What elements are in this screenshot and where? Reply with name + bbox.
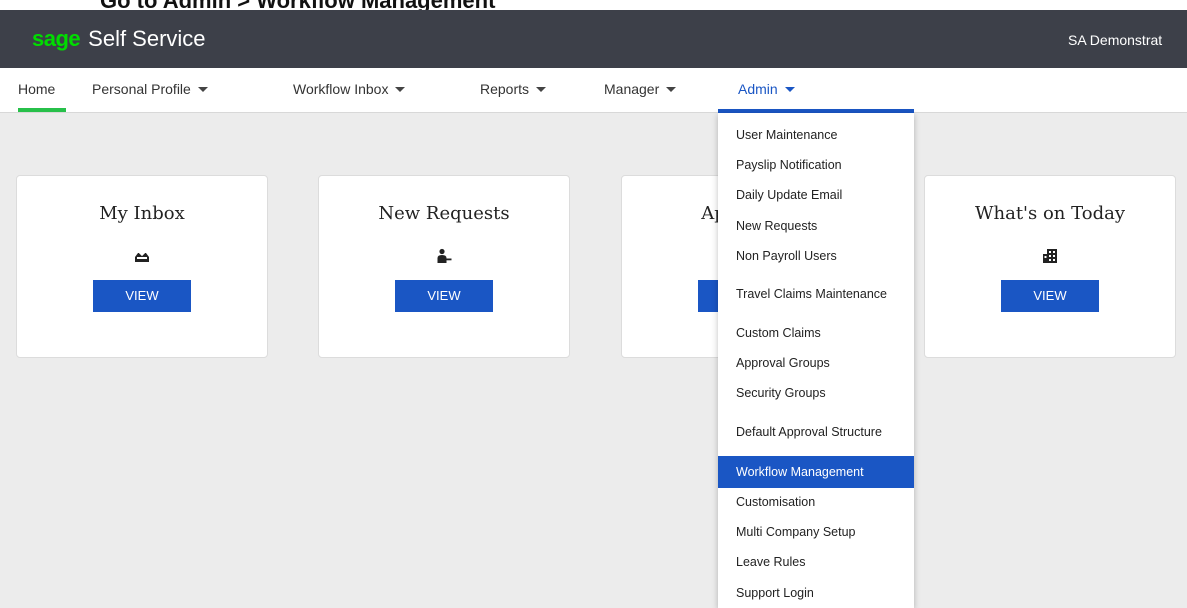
caret-down-icon [197, 86, 208, 92]
menu-item-payslip-notification[interactable]: Payslip Notification [718, 151, 914, 179]
nav-home[interactable]: Home [18, 68, 55, 113]
calendar-building-icon [925, 248, 1175, 268]
caret-down-icon [666, 86, 677, 92]
menu-item-travel-claims-maintenance[interactable]: Travel Claims Maintenance [718, 272, 914, 316]
menu-item-new-requests[interactable]: New Requests [718, 212, 914, 240]
menu-item-approval-groups[interactable]: Approval Groups [718, 349, 914, 377]
card-title: My Inbox [99, 203, 185, 224]
card-new-requests: New Requests VIEW [318, 175, 570, 358]
card-title: What's on Today [975, 203, 1125, 224]
admin-dropdown-menu: User Maintenance Payslip Notification Da… [718, 113, 914, 608]
brand[interactable]: sage Self Service [32, 26, 206, 52]
document-heading-fragment: Go to Admin > Workflow Management [0, 0, 1187, 10]
app-title: Self Service [88, 26, 206, 51]
menu-item-custom-claims[interactable]: Custom Claims [718, 319, 914, 347]
active-tab-indicator [18, 108, 66, 112]
user-request-icon [319, 248, 569, 268]
card-whats-on-today: What's on Today VIEW [924, 175, 1176, 358]
card-my-inbox: My Inbox VIEW [16, 175, 268, 358]
menu-item-non-payroll-users[interactable]: Non Payroll Users [718, 242, 914, 270]
caret-down-icon [536, 86, 547, 92]
menu-item-leave-rules[interactable]: Leave Rules [718, 548, 914, 576]
view-button[interactable]: VIEW [93, 280, 191, 312]
sage-logo: sage [32, 26, 81, 51]
nav-manager-label: Manager [604, 81, 660, 97]
menu-item-user-maintenance[interactable]: User Maintenance [718, 121, 914, 149]
nav-admin-label: Admin [738, 81, 778, 97]
nav-reports-label: Reports [480, 81, 530, 97]
nav-admin[interactable]: Admin [738, 68, 795, 113]
menu-item-security-groups[interactable]: Security Groups [718, 379, 914, 407]
view-button[interactable]: VIEW [1001, 280, 1099, 312]
top-header-bar: sage Self Service SA Demonstrat [0, 10, 1187, 68]
inbox-tray-icon [17, 248, 267, 268]
nav-personal-profile[interactable]: Personal Profile [92, 68, 208, 113]
main-nav: Home Personal Profile Workflow Inbox Rep… [0, 68, 1187, 113]
nav-reports[interactable]: Reports [480, 68, 547, 113]
menu-item-customisation[interactable]: Customisation [718, 488, 914, 516]
document-heading-text: Go to Admin > Workflow Management [100, 0, 495, 10]
nav-personal-profile-label: Personal Profile [92, 81, 191, 97]
menu-item-daily-update-email[interactable]: Daily Update Email [718, 181, 914, 209]
menu-item-default-approval-structure[interactable]: Default Approval Structure [718, 410, 914, 454]
card-title: New Requests [378, 203, 510, 224]
view-button[interactable]: VIEW [395, 280, 493, 312]
menu-item-workflow-management[interactable]: Workflow Management [718, 456, 914, 488]
caret-down-icon [784, 86, 795, 92]
menu-item-multi-company-setup[interactable]: Multi Company Setup [718, 518, 914, 546]
nav-home-label: Home [18, 81, 56, 97]
caret-down-icon [395, 86, 406, 92]
menu-item-support-login[interactable]: Support Login [718, 579, 914, 607]
user-menu[interactable]: SA Demonstrat [1068, 32, 1162, 48]
nav-workflow-inbox[interactable]: Workflow Inbox [293, 68, 406, 113]
nav-workflow-inbox-label: Workflow Inbox [293, 81, 389, 97]
nav-manager[interactable]: Manager [604, 68, 677, 113]
